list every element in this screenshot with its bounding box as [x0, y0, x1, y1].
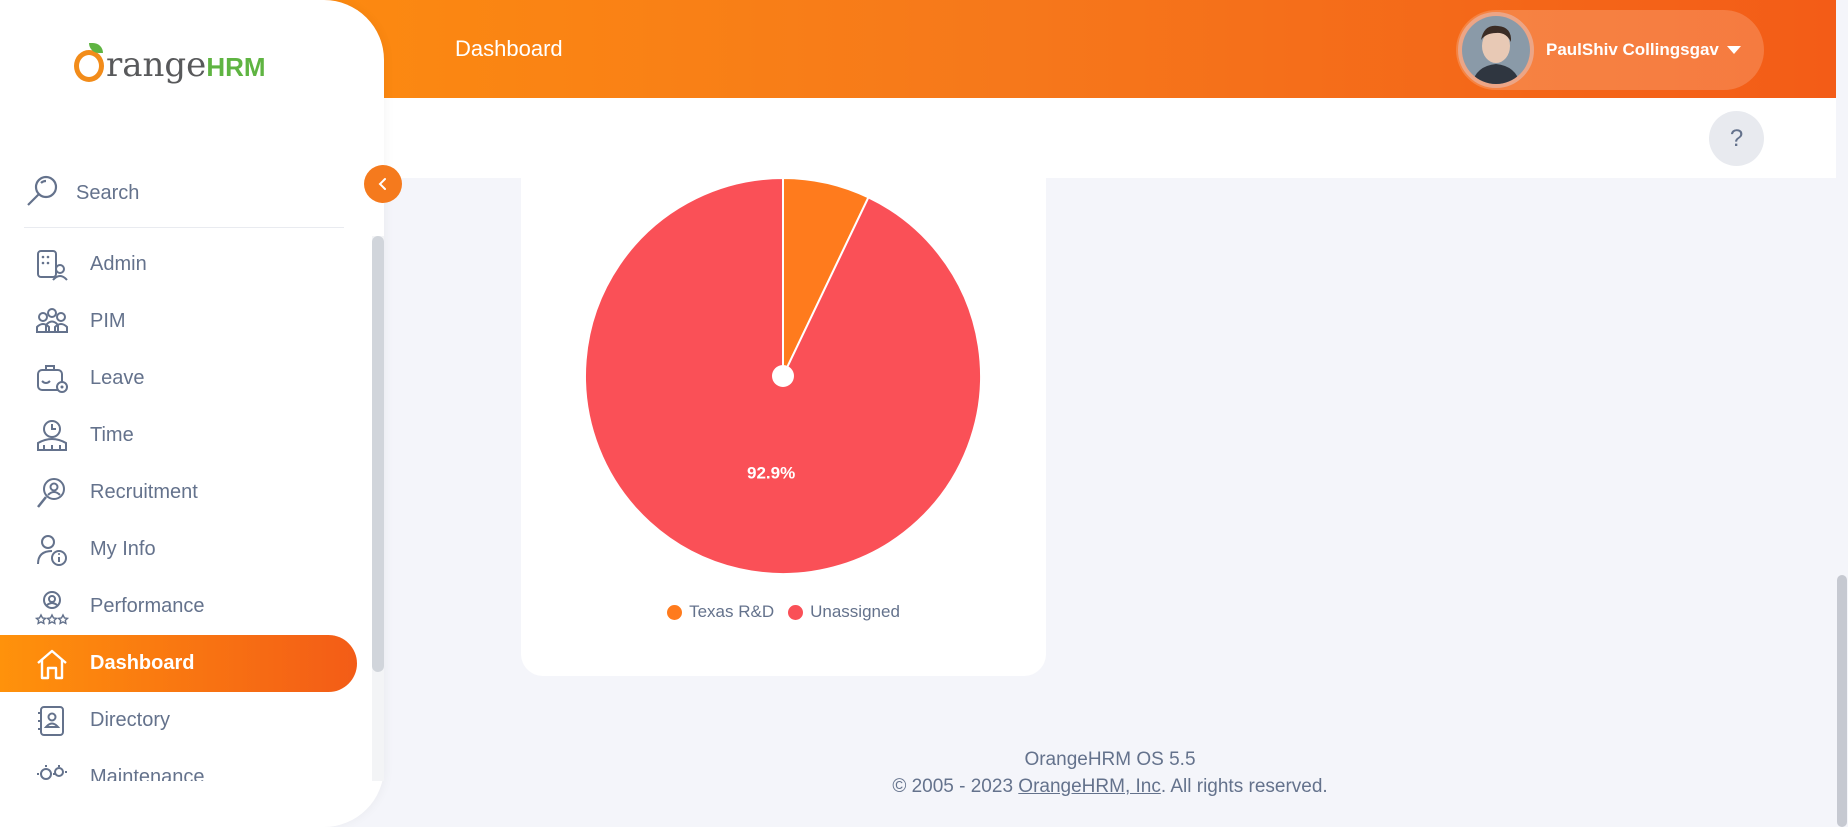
- sidebar-item-label: Maintenance: [90, 766, 205, 781]
- leave-icon: [34, 361, 70, 397]
- sidebar-menu: Admin PIM Leave Time Recruitment My Info Perfo…: [0, 236, 370, 781]
- logo-text: range: [106, 45, 207, 85]
- chart-card: 92.9% Texas R&D Unassigned: [521, 150, 1046, 676]
- pie-data-label: 92.9%: [747, 464, 795, 483]
- sidebar-item-label: PIM: [90, 310, 126, 332]
- legend-label: Unassigned: [810, 602, 900, 621]
- caret-down-icon: [1726, 46, 1741, 54]
- company-link[interactable]: OrangeHRM, Inc: [1018, 776, 1161, 797]
- pie-center-dot: [772, 365, 794, 387]
- directory-icon: [34, 703, 70, 739]
- footer-copyright: © 2005 - 2023 OrangeHRM, Inc. All rights…: [760, 773, 1460, 800]
- search-input[interactable]: [76, 182, 316, 205]
- sidebar-item-recruitment[interactable]: Recruitment: [0, 464, 357, 521]
- sidebar-item-dashboard[interactable]: Dashboard: [0, 635, 357, 692]
- main-scrollbar-thumb[interactable]: [1837, 575, 1847, 827]
- sidebar-search: [24, 160, 344, 228]
- home-icon: [34, 646, 70, 682]
- logo-orange-mark: [74, 43, 104, 82]
- sidebar-item-label: Recruitment: [90, 481, 198, 503]
- chevron-left-icon: [378, 178, 386, 190]
- maintenance-icon: [34, 760, 70, 782]
- copyright-suffix: . All rights reserved.: [1160, 776, 1328, 797]
- legend-dot-icon: [667, 604, 683, 620]
- sidebar-item-maintenance[interactable]: Maintenance: [0, 749, 357, 781]
- user-name: PaulShiv Collingsgav: [1546, 40, 1719, 59]
- sidebar-item-time[interactable]: Time: [0, 407, 357, 464]
- help-button[interactable]: ?: [1709, 111, 1764, 166]
- sidebar-item-my-info[interactable]: My Info: [0, 521, 357, 578]
- page-title: Dashboard: [455, 36, 563, 61]
- app-root: Dashboard PaulShiv Collingsgav ? range H…: [0, 0, 1848, 827]
- footer: OrangeHRM OS 5.5 © 2005 - 2023 OrangeHRM…: [760, 746, 1460, 800]
- sidebar-item-label: Performance: [90, 595, 205, 617]
- pim-icon: [34, 304, 70, 340]
- legend-item[interactable]: Unassigned: [788, 602, 900, 622]
- my-info-icon: [34, 532, 70, 568]
- sidebar: range HRM Admin PIM Leave Time Recruitment My…: [0, 0, 384, 827]
- user-dropdown[interactable]: PaulShiv Collingsgav: [1456, 10, 1764, 90]
- sidebar-item-leave[interactable]: Leave: [0, 350, 357, 407]
- legend-item[interactable]: Texas R&D: [667, 602, 774, 622]
- legend-label: Texas R&D: [689, 602, 775, 621]
- sidebar-item-label: Leave: [90, 367, 145, 389]
- sidebar-scrollbar-thumb[interactable]: [372, 236, 384, 672]
- avatar: [1458, 12, 1534, 88]
- sidebar-item-label: Time: [90, 424, 134, 446]
- sidebar-item-label: Directory: [90, 709, 171, 731]
- logo-hrm-text: HRM: [206, 52, 266, 82]
- legend-dot-icon: [788, 604, 804, 620]
- sidebar-item-label: Admin: [90, 253, 147, 275]
- sidebar-item-pim[interactable]: PIM: [0, 293, 357, 350]
- performance-icon: [34, 589, 70, 625]
- sidebar-item-label: My Info: [90, 538, 156, 560]
- footer-version: OrangeHRM OS 5.5: [1024, 749, 1196, 770]
- sidebar-item-performance[interactable]: Performance: [0, 578, 357, 635]
- search-icon: [24, 172, 62, 215]
- sidebar-collapse-button[interactable]: [364, 165, 402, 203]
- copyright-prefix: © 2005 - 2023: [892, 776, 1019, 797]
- sidebar-item-label: Dashboard: [90, 652, 195, 674]
- pie-chart: 92.9%: [584, 176, 982, 575]
- time-icon: [34, 418, 70, 454]
- sidebar-item-admin[interactable]: Admin: [0, 236, 357, 293]
- recruitment-icon: [34, 475, 70, 511]
- sidebar-item-directory[interactable]: Directory: [0, 692, 357, 749]
- admin-icon: [34, 247, 70, 283]
- orangehrm-logo[interactable]: range HRM: [74, 43, 266, 85]
- chart-legend: Texas R&D Unassigned: [521, 602, 1046, 622]
